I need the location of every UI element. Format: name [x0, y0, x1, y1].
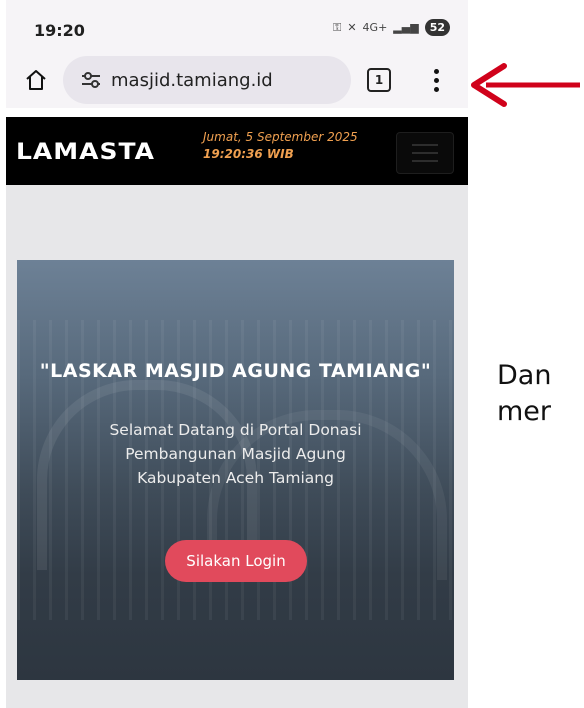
key-icon: ⚿	[332, 20, 342, 34]
annotation-line-2: mer	[497, 396, 552, 427]
page-content: "LASKAR MASJID AGUNG TAMIANG" Selamat Da…	[6, 185, 468, 708]
welcome-text: Selamat Datang di Portal Donasi Pembangu…	[109, 421, 362, 487]
annotation-text: Dan mer	[497, 358, 551, 430]
phone-screen: 19:20 ⚿ ✕ 4G+ ▂▄▆ 52 masjid.tamiang.id 1…	[6, 0, 468, 708]
datetime-display: Jumat, 5 September 2025 19:20:36 WIB	[203, 129, 358, 163]
network-label: 4G+	[362, 21, 388, 34]
signal-icon: ▂▄▆	[393, 21, 419, 34]
battery-badge: 52	[424, 19, 450, 36]
tabs-icon[interactable]: 1	[367, 68, 391, 92]
site-info-icon[interactable]	[79, 72, 103, 88]
url-text: masjid.tamiang.id	[111, 69, 273, 91]
mute-icon: ✕	[347, 21, 357, 34]
clock-text: 19:20:36 WIB	[203, 147, 294, 161]
browser-toolbar: masjid.tamiang.id 1	[6, 52, 468, 108]
login-button[interactable]: Silakan Login	[165, 540, 307, 582]
site-logo[interactable]: LAMASTA	[16, 138, 155, 164]
status-bar: 19:20 ⚿ ✕ 4G+ ▂▄▆ 52	[6, 0, 468, 52]
hero-banner: "LASKAR MASJID AGUNG TAMIANG" Selamat Da…	[17, 260, 454, 680]
site-navbar: LAMASTA Jumat, 5 September 2025 19:20:36…	[6, 117, 468, 185]
more-vert-icon[interactable]	[424, 66, 448, 94]
annotation-line-1: Dan	[497, 360, 552, 391]
address-bar[interactable]: masjid.tamiang.id	[63, 56, 351, 104]
menu-toggle-icon[interactable]	[396, 132, 454, 174]
home-icon[interactable]	[20, 64, 52, 96]
status-time: 19:20	[34, 21, 85, 40]
status-icons: ⚿ ✕ 4G+ ▂▄▆ 52	[333, 19, 450, 36]
arrow-icon	[471, 63, 580, 107]
date-text: Jumat, 5 September 2025	[203, 130, 358, 144]
hero-title: "LASKAR MASJID AGUNG TAMIANG"	[39, 360, 432, 382]
